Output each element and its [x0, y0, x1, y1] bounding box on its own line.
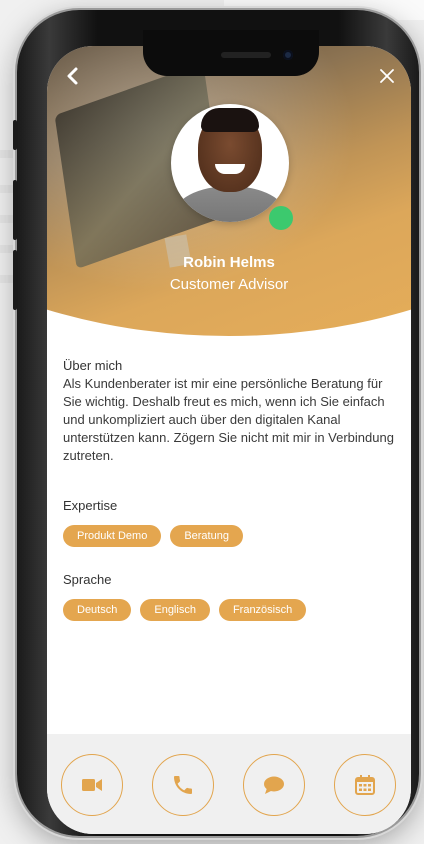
phone-notch — [143, 30, 319, 76]
expertise-chips: Produkt Demo Beratung — [63, 525, 243, 547]
calendar-icon — [355, 775, 375, 795]
language-section: Sprache Deutsch Englisch Französisch — [63, 572, 307, 621]
calendar-button[interactable] — [334, 754, 396, 816]
phone-icon — [174, 776, 192, 794]
close-button[interactable] — [375, 64, 399, 88]
chat-button[interactable] — [243, 754, 305, 816]
language-chip[interactable]: Französisch — [218, 599, 307, 621]
about-title: Über mich — [63, 358, 123, 373]
about-text: Als Kundenberater ist mir eine persönlic… — [63, 376, 394, 463]
advisor-role: Customer Advisor — [169, 276, 289, 293]
expertise-title: Expertise — [63, 498, 118, 513]
chevron-left-icon — [67, 67, 78, 85]
back-button[interactable] — [61, 64, 85, 88]
chat-bubble-icon — [264, 776, 284, 794]
action-bar — [47, 734, 411, 834]
about-section: Über mich Als Kundenberater ist mir eine… — [63, 358, 397, 465]
expertise-chip[interactable]: Beratung — [170, 525, 243, 547]
avatar-hair — [201, 108, 259, 132]
expertise-chip[interactable]: Produkt Demo — [63, 525, 162, 547]
advisor-name: Robin Helms — [183, 254, 275, 271]
video-call-button[interactable] — [61, 754, 123, 816]
avatar — [171, 104, 289, 222]
phone-frame: Robin Helms Customer Advisor Über mich A… — [13, 10, 419, 836]
phone-call-button[interactable] — [152, 754, 214, 816]
language-title: Sprache — [63, 572, 112, 587]
volume-down-button — [13, 250, 17, 310]
online-status-dot — [269, 206, 293, 230]
speaker-grille — [221, 52, 271, 58]
video-camera-icon — [82, 779, 102, 791]
phone-screen: Robin Helms Customer Advisor Über mich A… — [47, 46, 411, 834]
volume-up-button — [13, 180, 17, 240]
expertise-section: Expertise Produkt Demo Beratung — [63, 498, 243, 547]
language-chips: Deutsch Englisch Französisch — [63, 599, 307, 621]
close-icon — [380, 69, 394, 83]
language-chip[interactable]: Deutsch — [63, 599, 132, 621]
front-camera — [283, 50, 293, 60]
language-chip[interactable]: Englisch — [140, 599, 210, 621]
mute-switch — [13, 120, 17, 150]
